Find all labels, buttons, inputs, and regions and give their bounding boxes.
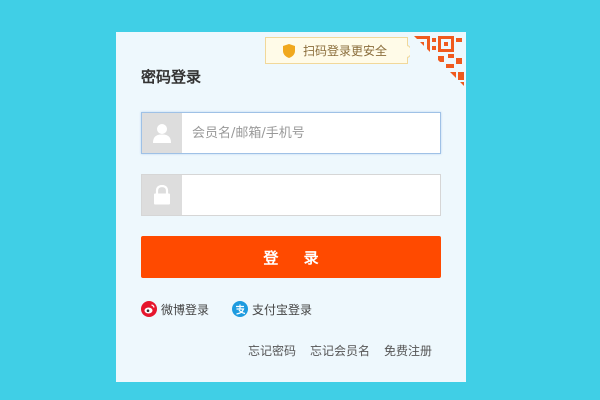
qr-login-tip[interactable]: 扫码登录更安全 (265, 37, 408, 64)
username-field[interactable] (141, 112, 441, 154)
alipay-icon (232, 301, 248, 317)
password-input[interactable] (182, 175, 440, 215)
register-link[interactable]: 免费注册 (384, 342, 432, 359)
qr-tip-label: 扫码登录更安全 (303, 44, 388, 58)
alipay-login-label: 支付宝登录 (252, 302, 313, 317)
lock-icon (142, 175, 182, 215)
help-links: 忘记密码 忘记会员名 免费注册 (248, 342, 432, 359)
alipay-login-link[interactable]: 支付宝登录 (232, 300, 312, 318)
login-button[interactable]: 登 录 (141, 236, 441, 278)
weibo-login-label: 微博登录 (161, 302, 210, 317)
password-field[interactable] (141, 174, 441, 216)
username-input[interactable] (182, 113, 440, 153)
page-title: 密码登录 (141, 68, 202, 86)
qr-code-icon[interactable] (410, 32, 466, 88)
weibo-icon (141, 301, 157, 317)
user-icon (142, 113, 182, 153)
login-panel: 扫码登录更安全 密码登录 会员名/邮箱/手机号 登 录 微博登录 支付宝登录 忘… (116, 32, 466, 382)
forgot-username-link[interactable]: 忘记会员名 (310, 342, 370, 359)
forgot-password-link[interactable]: 忘记密码 (248, 342, 296, 359)
shield-icon (283, 43, 295, 58)
weibo-login-link[interactable]: 微博登录 (141, 300, 209, 318)
